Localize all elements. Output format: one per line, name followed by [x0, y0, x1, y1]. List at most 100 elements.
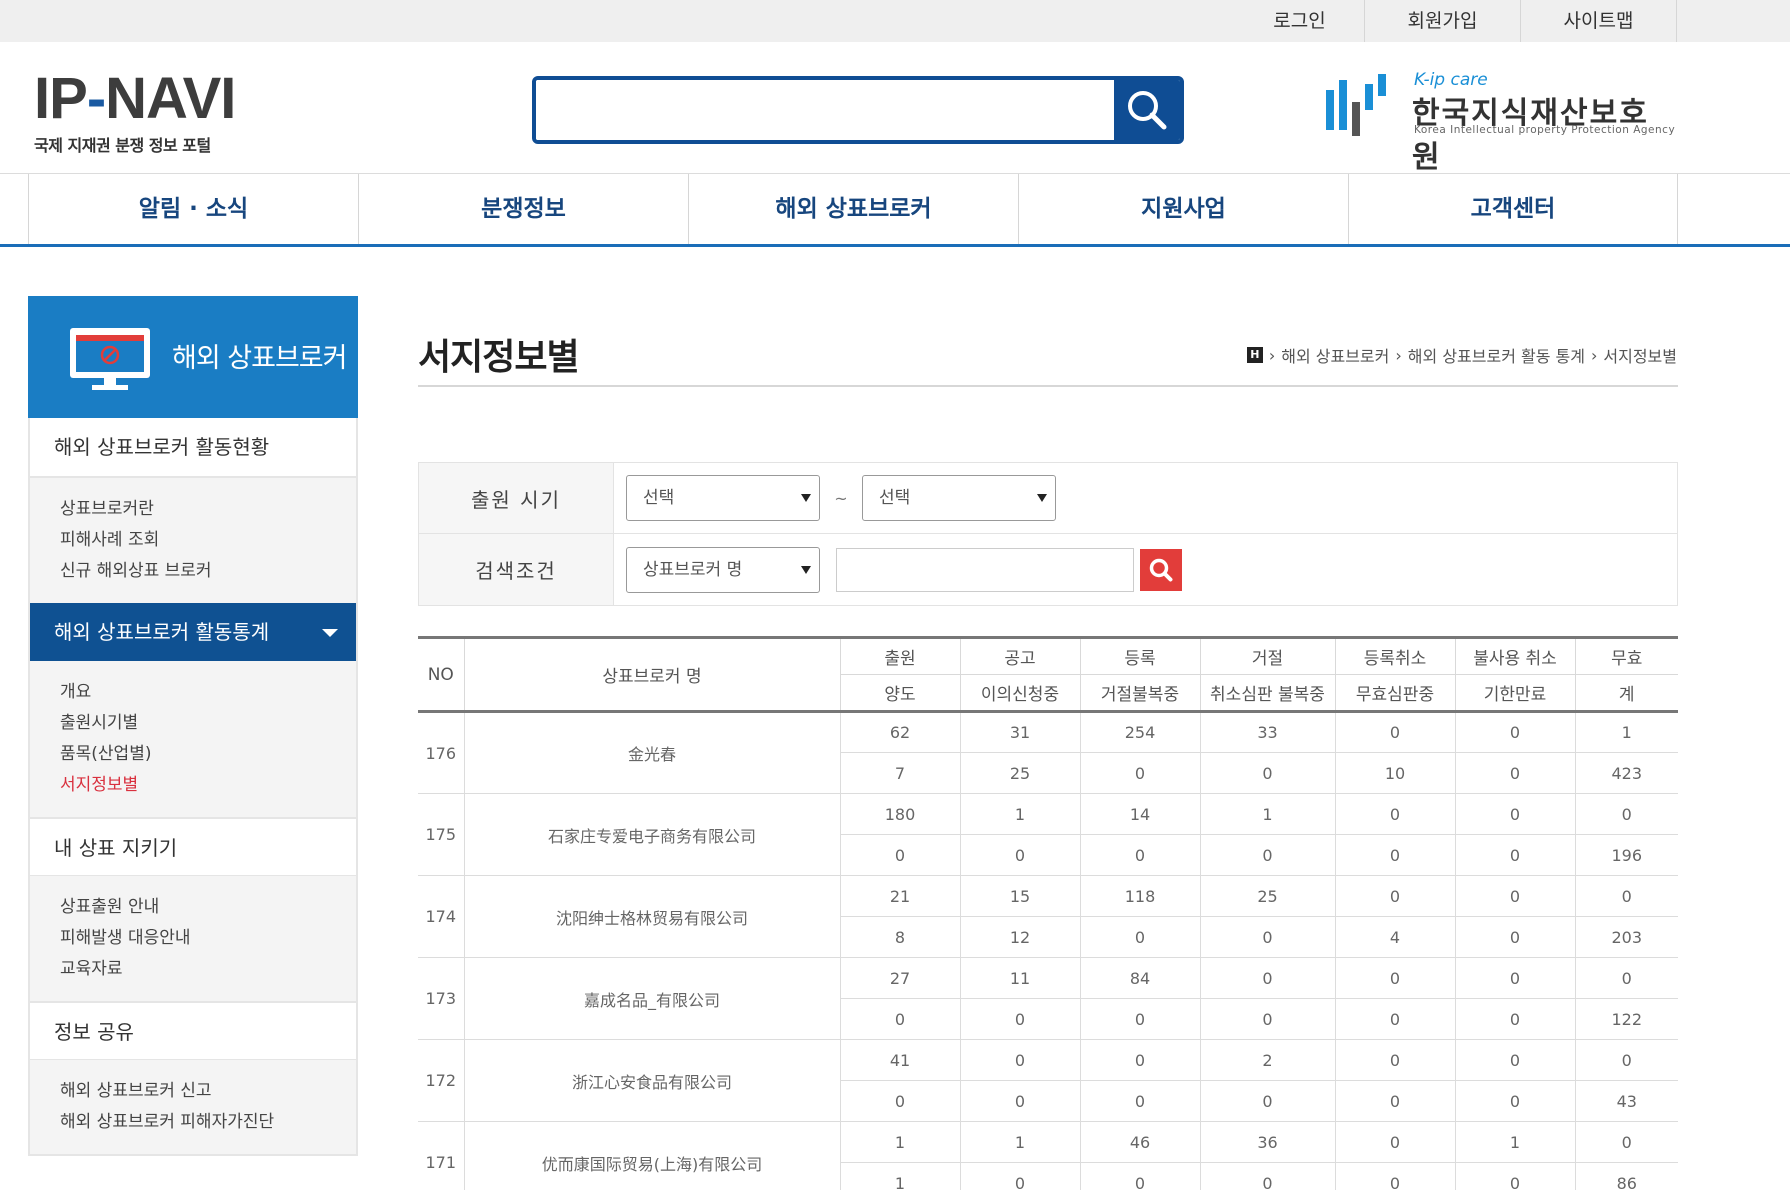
cell-value: 4	[1334, 916, 1456, 958]
cell-value: 12	[959, 916, 1081, 958]
cell-value: 0	[1574, 1121, 1678, 1163]
cell-value: 0	[1454, 1080, 1576, 1122]
condition-label: 검색조건	[419, 534, 614, 605]
cell-value: 0	[1574, 875, 1678, 917]
breadcrumb-item-3[interactable]: 서지정보별	[1603, 343, 1677, 367]
breadcrumb-item-2[interactable]: 해외 상표브로커 활동 통계	[1408, 343, 1585, 367]
cell-value: 0	[1199, 998, 1336, 1040]
logo-mark-ip: IP	[34, 66, 88, 131]
sidebar-item-self-check[interactable]: 해외 상표브로커 피해자가진단	[60, 1107, 356, 1138]
caret-down-icon	[322, 629, 338, 637]
sidebar-item-what-is-broker[interactable]: 상표브로커란	[60, 494, 356, 525]
cell-value: 0	[1334, 793, 1456, 835]
cell-value: 0	[1199, 1080, 1336, 1122]
table-row: 172 浙江心安食品有限公司 41 0 0 2 0 0 0	[418, 1039, 1678, 1122]
gnb-news[interactable]: 알림 · 소식	[28, 174, 358, 244]
sidebar-item-by-bibliographic[interactable]: 서지정보별	[60, 770, 356, 801]
cell-value: 1	[1199, 793, 1336, 835]
cell-broker-name[interactable]: 浙江心安食品有限公司	[463, 1039, 841, 1122]
cell-value: 36	[1199, 1121, 1336, 1163]
main-navigation: 알림 · 소식 분쟁정보 해외 상표브로커 지원사업 고객센터	[0, 173, 1790, 247]
agency-logo[interactable]: K-ip care 한국지식재산보호원 Korea Intellectual p…	[1326, 70, 1678, 175]
cell-value: 27	[839, 957, 961, 999]
sidebar-group-stats[interactable]: 해외 상표브로커 활동통계	[30, 603, 356, 661]
cell-broker-name[interactable]: 嘉成名品_有限公司	[463, 957, 841, 1040]
title-divider	[418, 385, 1678, 387]
period-to-select[interactable]: 선택	[862, 475, 1056, 521]
cell-value: 8	[840, 916, 961, 958]
th-invalid: 무효	[1574, 636, 1678, 675]
period-tilde: ~	[834, 488, 848, 508]
cell-value: 1	[1454, 1121, 1576, 1163]
th-registration: 등록	[1079, 636, 1201, 675]
table-row: 171 优而康国际贸易(上海)有限公司 1 1 46 36 0 1 0	[418, 1121, 1678, 1190]
sidebar-group-share[interactable]: 정보 공유	[30, 1001, 356, 1059]
sidebar-item-by-industry[interactable]: 품목(산업별)	[60, 739, 356, 770]
cell-value: 10	[1334, 752, 1456, 794]
sidebar-group-status[interactable]: 해외 상표브로커 활동현황	[30, 418, 356, 476]
sidebar-item-response-guide[interactable]: 피해발생 대응안내	[60, 923, 356, 954]
sidebar-item-new-brokers[interactable]: 신규 해외상표 브로커	[60, 556, 356, 587]
cell-broker-name[interactable]: 金光春	[463, 711, 841, 794]
cell-broker-name[interactable]: 沈阳绅士格林贸易有限公司	[463, 875, 841, 958]
sidebar-item-report[interactable]: 해외 상표브로커 신고	[60, 1076, 356, 1107]
gnb-dispute[interactable]: 분쟁정보	[358, 174, 688, 244]
broker-stats-table: NO 상표브로커 명 출원 공고 등록 거절 등록취소 불사용 취소 무효 양도…	[418, 636, 1678, 1190]
cell-value: 1	[840, 1162, 961, 1190]
period-from-select[interactable]: 선택	[626, 475, 820, 521]
logo-mark: IP-NAVI	[34, 70, 254, 128]
condition-select[interactable]: 상표브로커 명	[626, 546, 820, 593]
gnb-support[interactable]: 지원사업	[1018, 174, 1348, 244]
sidebar-item-overview[interactable]: 개요	[60, 677, 356, 708]
cell-value: 203	[1574, 916, 1678, 958]
logo-slash: -	[86, 66, 106, 131]
cell-value: 1	[959, 793, 1081, 835]
gnb-broker[interactable]: 해외 상표브로커	[688, 174, 1018, 244]
cell-no: 176	[418, 711, 465, 794]
cell-value: 84	[1079, 957, 1201, 999]
cell-value: 41	[839, 1039, 961, 1081]
login-link[interactable]: 로그인	[1235, 0, 1365, 42]
sitemap-link[interactable]: 사이트맵	[1521, 0, 1677, 42]
period-to-value: 선택	[879, 488, 911, 508]
cell-broker-name[interactable]: 优而康国际贸易(上海)有限公司	[463, 1121, 841, 1190]
home-icon[interactable]: H	[1246, 347, 1263, 363]
cell-value: 423	[1574, 752, 1678, 794]
th-reg-cancel: 등록취소	[1334, 636, 1456, 675]
cell-value: 15	[959, 875, 1081, 917]
cell-value: 0	[1454, 998, 1576, 1040]
gnb-customer[interactable]: 고객센터	[1348, 174, 1678, 244]
breadcrumb-item-1[interactable]: 해외 상표브로커	[1281, 343, 1389, 367]
sidebar-item-filing-guide[interactable]: 상표출원 안내	[60, 892, 356, 923]
cell-value: 0	[1079, 752, 1201, 794]
breadcrumb-separator-icon: ›	[1268, 345, 1276, 365]
th-rejection-appeal: 거절불복중	[1079, 674, 1201, 713]
cell-value: 31	[959, 711, 1081, 753]
filter-search-button[interactable]	[1140, 548, 1182, 591]
cell-value: 0	[1574, 1039, 1678, 1081]
cell-value: 43	[1574, 1080, 1678, 1122]
agency-english: Korea Intellectual property Protection A…	[1414, 124, 1676, 136]
cell-broker-name[interactable]: 石家庄专爱电子商务有限公司	[463, 793, 841, 876]
global-search-input[interactable]	[536, 80, 1114, 140]
sidebar: 해외 상표브로커 해외 상표브로커 활동현황 상표브로커란 피해사례 조회 신규…	[28, 296, 358, 1156]
table-row: 175 石家庄专爱电子商务有限公司 180 1 14 1 0 0 0	[418, 793, 1678, 876]
cell-value: 1	[1574, 711, 1678, 753]
cell-value: 0	[1334, 875, 1456, 917]
site-logo[interactable]: IP-NAVI 국제 지재권 분쟁 정보 포털	[34, 70, 254, 156]
sidebar-sub-protect: 상표출원 안내 피해발생 대응안내 교육자료	[30, 875, 356, 1001]
cell-value: 0	[1199, 834, 1336, 876]
sidebar-item-education[interactable]: 교육자료	[60, 954, 356, 985]
global-search-button[interactable]	[1114, 80, 1180, 140]
th-transfer: 양도	[840, 674, 961, 713]
condition-input[interactable]	[836, 547, 1134, 592]
cell-value: 254	[1079, 711, 1201, 753]
sidebar-group-protect[interactable]: 내 상표 지키기	[30, 817, 356, 875]
cell-value: 0	[1334, 711, 1456, 753]
sidebar-item-damage-cases[interactable]: 피해사례 조회	[60, 525, 356, 556]
dropdown-arrow-icon	[801, 494, 811, 502]
table-body: 176 金光春 62 31 254 33 0 0 1 7 25 0 0 10 0 423 175 石家庄专爱电子商…	[418, 711, 1678, 1190]
sidebar-item-by-period[interactable]: 출원시기별	[60, 708, 356, 739]
join-link[interactable]: 회원가입	[1365, 0, 1521, 42]
agency-kip: K-ip care	[1414, 70, 1488, 90]
